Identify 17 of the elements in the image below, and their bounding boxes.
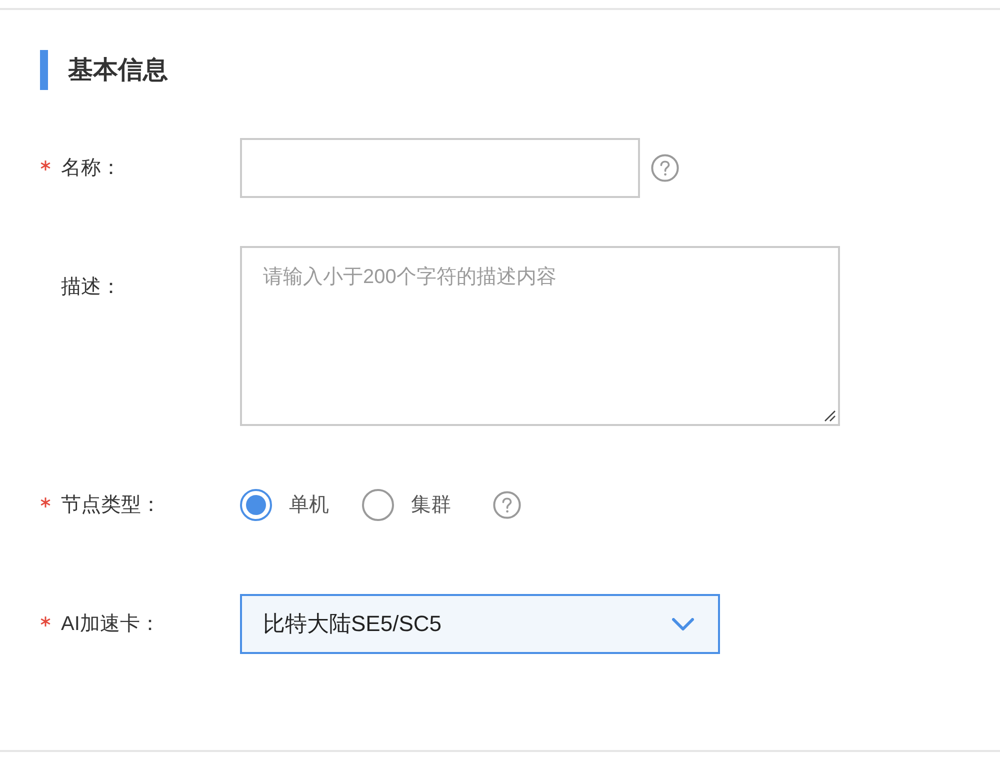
field-label: 描述： xyxy=(61,275,121,300)
radio-circle-icon[interactable] xyxy=(240,489,272,521)
help-icon[interactable] xyxy=(493,491,521,519)
help-icon[interactable] xyxy=(651,154,679,182)
section-accent-bar xyxy=(40,50,48,90)
resize-grip-icon[interactable] xyxy=(824,410,836,422)
field-label: AI加速卡： xyxy=(61,612,160,637)
chevron-down-icon xyxy=(672,618,694,630)
dropdown-select[interactable]: 比特大陆SE5/SC5 xyxy=(240,594,720,654)
text-input[interactable] xyxy=(240,138,640,198)
field-label: 名称： xyxy=(61,156,121,181)
radio-circle-icon[interactable] xyxy=(362,489,394,521)
textarea-field[interactable]: 请输入小于200个字符的描述内容 xyxy=(240,246,840,426)
field-label: 节点类型： xyxy=(61,493,161,518)
section-title: 基本信息 xyxy=(68,55,168,86)
radio-option[interactable]: 单机 xyxy=(240,489,329,521)
radio-option[interactable]: 集群 xyxy=(362,489,451,521)
